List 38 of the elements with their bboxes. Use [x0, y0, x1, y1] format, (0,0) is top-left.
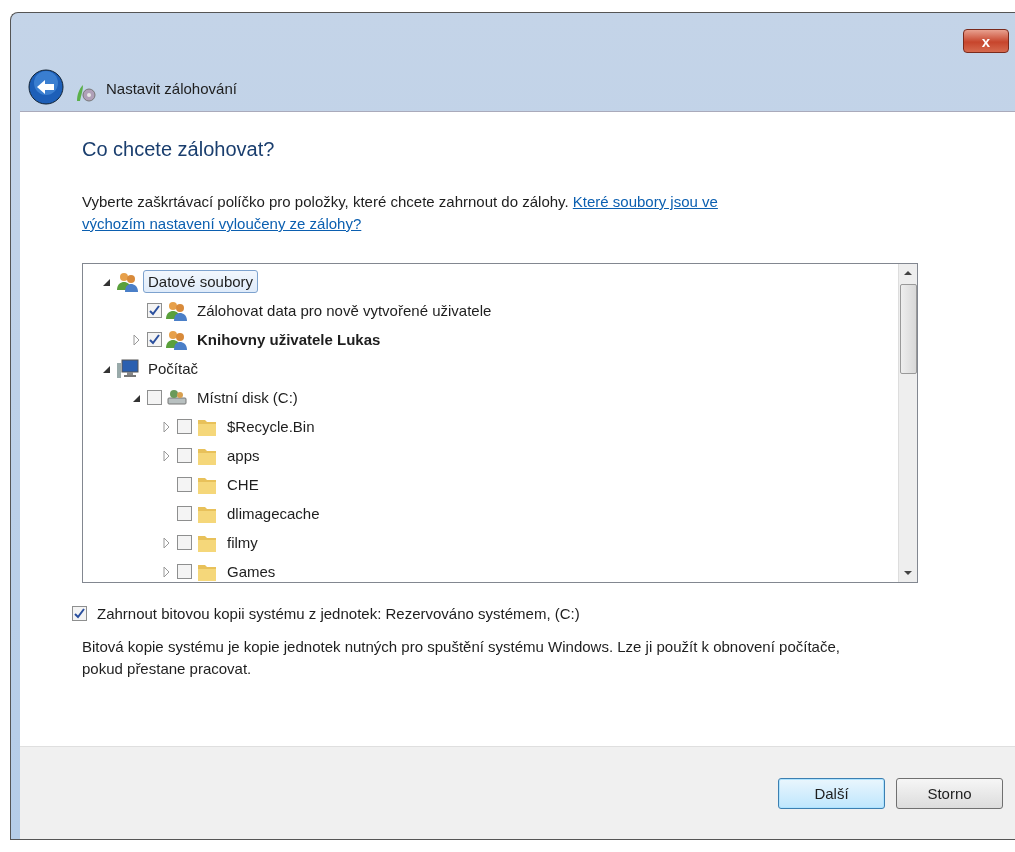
users-icon [166, 329, 188, 350]
help-link[interactable]: výchozím nastavení vyloučeny ze zálohy? [82, 215, 362, 232]
instructions-text: Vyberte zaškrtávací políčko pro položky, které chcete zahrnout do zálohy. Které soubory jsou ve výchozím nastavení vyloučeny ze zálohy? [82, 192, 719, 234]
description-text: Bitová kopie systému je kopie jednotek nutných pro spuštění systému Windows. Lze ji použít k obnovení počítače, pokud přestane pracovat. [82, 637, 841, 679]
drive-icon [166, 387, 188, 408]
tree-item[interactable]: Místní disk (C:) [192, 386, 303, 409]
tree-item[interactable]: Games [222, 560, 281, 582]
tree-item[interactable]: dlimagecache [222, 502, 325, 525]
tree-item[interactable]: Knihovny uživatele Lukas [192, 328, 386, 351]
cancel-button[interactable]: Storno [896, 777, 1003, 809]
users-icon [117, 271, 139, 292]
back-button[interactable] [28, 69, 64, 105]
checkbox-label[interactable]: Zahrnout bitovou kopii systému z jednotek: Rezervováno systémem, (C:) [97, 605, 580, 622]
checkbox[interactable] [72, 606, 87, 621]
users-icon [166, 300, 188, 321]
next-button[interactable]: Další [778, 777, 885, 809]
page-heading: Co chcete zálohovat? [82, 138, 276, 161]
window-title: Nastavit zálohování [106, 80, 237, 99]
tree-item[interactable]: filmy [222, 531, 263, 554]
close-button[interactable]: x [963, 29, 1009, 53]
tree-item[interactable]: Zálohovat data pro nově vytvořené uživatele [192, 299, 497, 322]
checkbox[interactable] [147, 303, 162, 318]
checkbox[interactable] [177, 448, 192, 463]
checkbox[interactable] [177, 419, 192, 434]
checkbox[interactable] [177, 506, 192, 521]
tree-item[interactable]: apps [222, 444, 265, 467]
scrollbar[interactable] [898, 264, 917, 582]
help-link[interactable]: Které soubory jsou ve [572, 193, 718, 210]
checkbox[interactable] [147, 390, 162, 405]
checkbox[interactable] [177, 535, 192, 550]
tree-item[interactable]: $Recycle.Bin [222, 415, 320, 438]
checkbox[interactable] [177, 477, 192, 492]
computer-icon [117, 358, 139, 379]
tree-item[interactable]: Datové soubory [143, 270, 259, 293]
tree-item[interactable]: CHE [222, 473, 264, 496]
checkbox[interactable] [177, 564, 192, 579]
checkbox[interactable] [147, 332, 162, 347]
tree-item[interactable]: Počítač [143, 357, 204, 380]
